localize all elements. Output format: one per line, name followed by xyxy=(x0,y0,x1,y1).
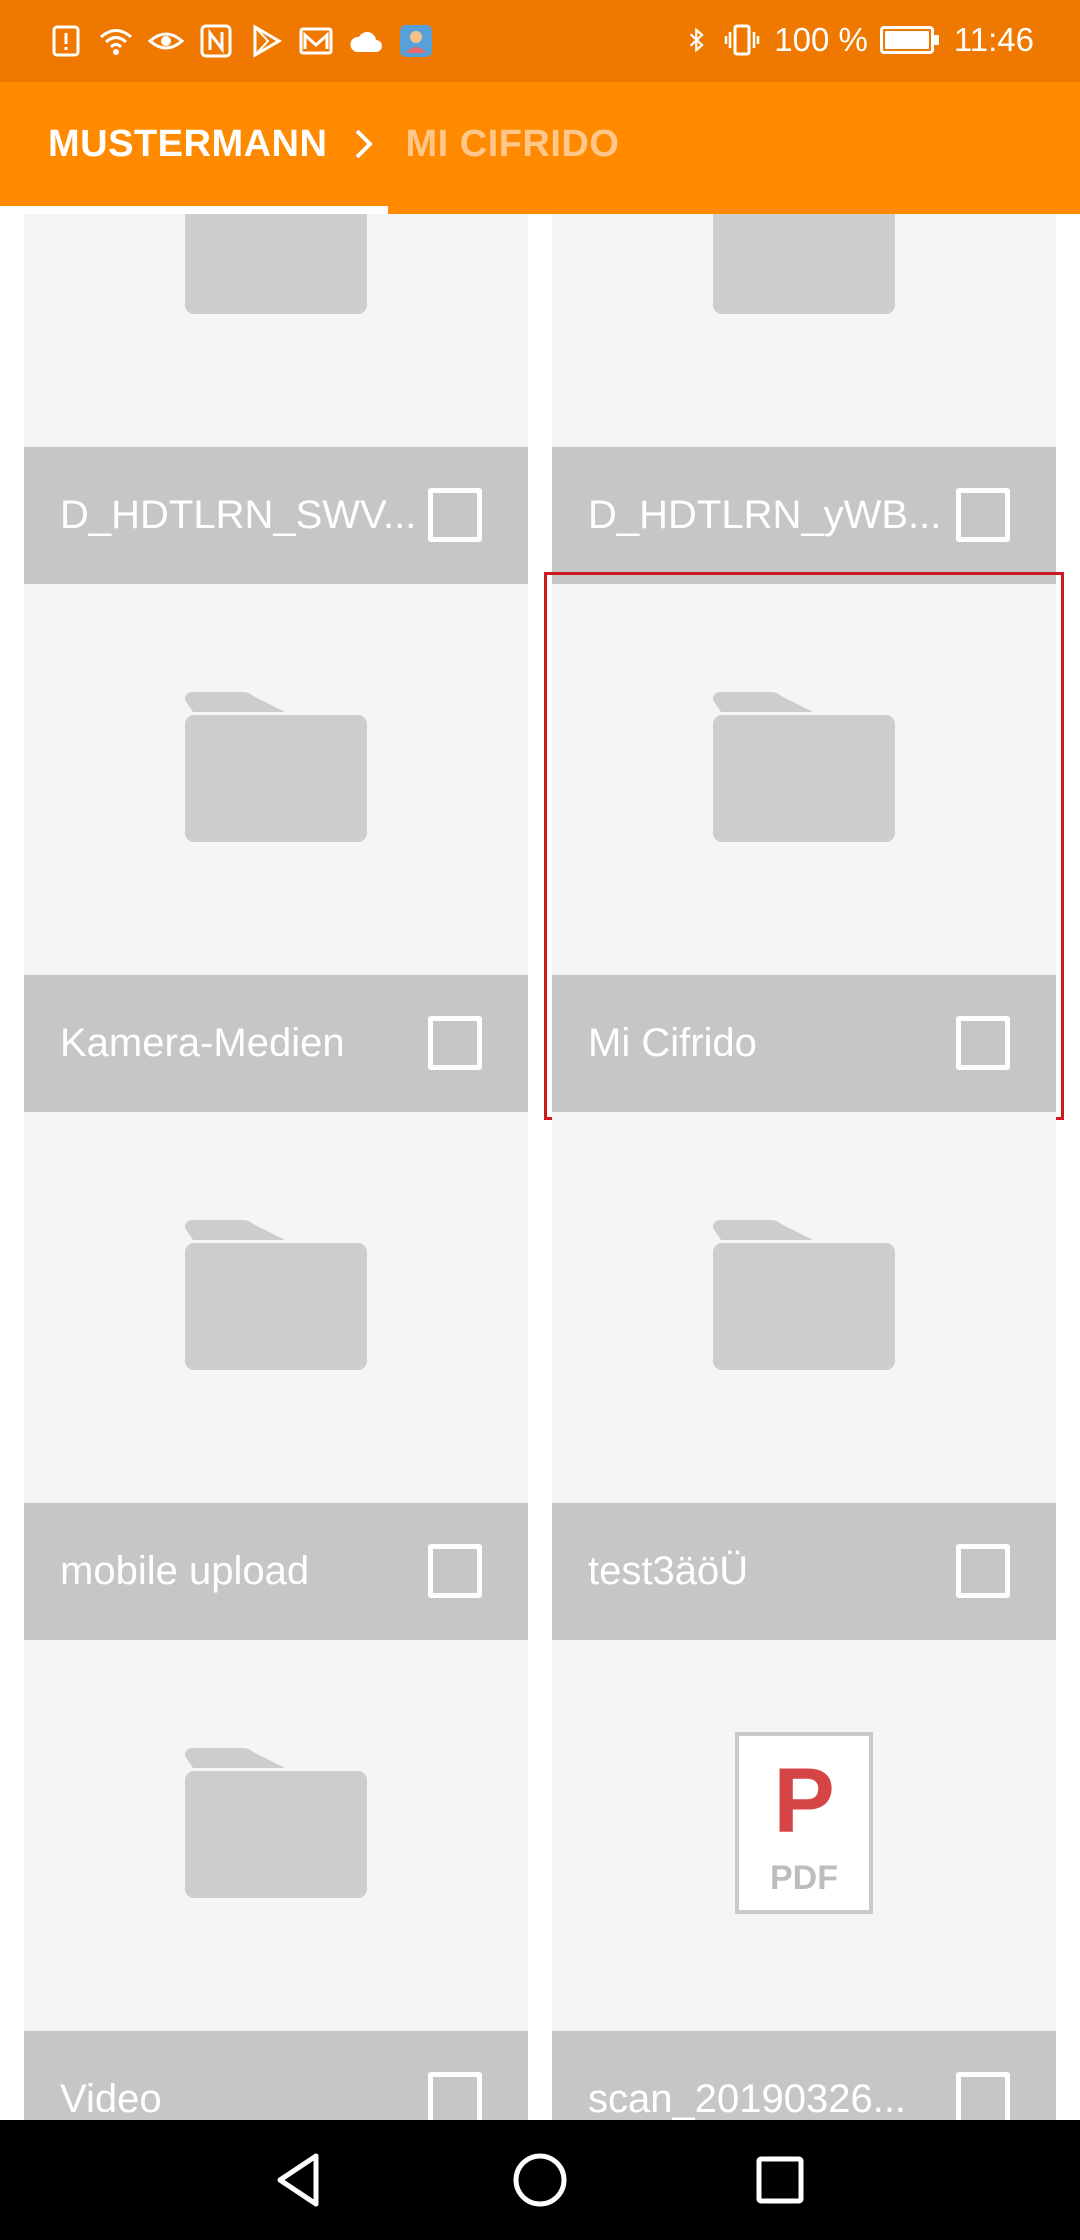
recents-icon xyxy=(756,2156,804,2204)
mail-icon xyxy=(299,27,333,55)
cloud-icon xyxy=(350,32,382,52)
item-name: D_HDTLRN_SWV... xyxy=(60,493,417,537)
folder-icon xyxy=(185,214,367,314)
tile-footer: mobile upload xyxy=(24,1503,528,1640)
tile-thumbnail xyxy=(552,584,1056,950)
play-store-icon xyxy=(253,24,282,58)
folder-tile[interactable]: mobile upload xyxy=(24,1112,528,1640)
home-button[interactable] xyxy=(500,2140,580,2220)
tile-footer: D_HDTLRN_yWB... xyxy=(552,447,1056,584)
item-name: scan_20190326... xyxy=(588,2077,907,2120)
breadcrumb: MUSTERMANN MI CIFRIDO xyxy=(48,82,619,206)
folder-tile[interactable]: D_HDTLRN_yWB... xyxy=(552,214,1056,584)
select-checkbox[interactable] xyxy=(956,488,1010,542)
status-bar: 100 % 11:46 xyxy=(0,0,1080,82)
home-icon xyxy=(513,2153,567,2207)
chevron-right-icon xyxy=(353,127,375,161)
tile-thumbnail xyxy=(24,214,528,422)
breadcrumb-root[interactable]: MUSTERMANN xyxy=(48,123,327,166)
screen: 100 % 11:46 MUSTERMANN MI CIFRIDO D_HDTL… xyxy=(0,0,1080,2240)
item-name: mobile upload xyxy=(60,1549,310,1593)
folder-tile[interactable]: D_HDTLRN_SWV... xyxy=(24,214,528,584)
tile-thumbnail xyxy=(24,584,528,950)
folder-icon xyxy=(185,1748,367,1898)
clock: 11:46 xyxy=(953,21,1034,58)
folder-tile[interactable]: Kamera-Medien xyxy=(24,584,528,1112)
tile-footer: Mi Cifrido xyxy=(552,975,1056,1112)
tile-thumbnail: P PDF xyxy=(552,1640,1056,2006)
app-icon xyxy=(400,25,432,57)
select-checkbox[interactable] xyxy=(428,488,482,542)
folder-tile[interactable]: Mi Cifrido xyxy=(552,584,1056,1112)
select-checkbox[interactable] xyxy=(428,1544,482,1598)
pdf-icon: P PDF xyxy=(735,1732,873,1914)
item-name: Video xyxy=(60,2077,162,2120)
system-status: 100 % 11:46 xyxy=(684,18,1034,62)
tile-footer: Kamera-Medien xyxy=(24,975,528,1112)
select-checkbox[interactable] xyxy=(956,2072,1010,2120)
select-checkbox[interactable] xyxy=(956,1544,1010,1598)
breadcrumb-active-indicator xyxy=(0,206,388,214)
tile-thumbnail xyxy=(24,1640,528,2006)
folder-icon xyxy=(713,692,895,842)
folder-tile[interactable]: Video xyxy=(24,1640,528,2120)
folder-icon xyxy=(713,214,895,314)
alert-icon xyxy=(52,25,80,57)
eye-icon xyxy=(148,32,184,50)
battery-icon xyxy=(879,26,939,54)
pdf-icon-label: PDF xyxy=(770,1859,838,1897)
app-bar: MUSTERMANN MI CIFRIDO xyxy=(0,82,1080,214)
battery-level xyxy=(884,31,929,49)
tile-footer: Video xyxy=(24,2031,528,2120)
tile-footer: D_HDTLRN_SWV... xyxy=(24,447,528,584)
nfc-icon xyxy=(200,24,232,58)
breadcrumb-current[interactable]: MI CIFRIDO xyxy=(405,123,619,166)
item-name: test3äöÜ xyxy=(588,1549,749,1593)
file-tile[interactable]: P PDF scan_20190326... xyxy=(552,1640,1056,2120)
pdf-icon-letter: P xyxy=(773,1750,834,1852)
back-icon xyxy=(277,2153,319,2207)
tile-thumbnail xyxy=(24,1112,528,1478)
select-checkbox[interactable] xyxy=(428,2072,482,2120)
folder-icon xyxy=(185,1220,367,1370)
tile-footer: scan_20190326... xyxy=(552,2031,1056,2120)
select-checkbox[interactable] xyxy=(956,1016,1010,1070)
vibrate-icon xyxy=(725,24,760,56)
notification-icons xyxy=(48,20,434,62)
file-grid[interactable]: D_HDTLRN_SWV... D_HDTLRN_yWB... Kamera-Med… xyxy=(0,214,1080,2120)
bluetooth-icon xyxy=(690,27,704,53)
back-button[interactable] xyxy=(258,2140,338,2220)
item-name: Kamera-Medien xyxy=(60,1021,345,1065)
folder-icon xyxy=(713,1220,895,1370)
folder-tile[interactable]: test3äöÜ xyxy=(552,1112,1056,1640)
wifi-icon xyxy=(100,29,132,55)
item-name: Mi Cifrido xyxy=(588,1021,757,1065)
folder-icon xyxy=(185,692,367,842)
select-checkbox[interactable] xyxy=(428,1016,482,1070)
tile-footer: test3äöÜ xyxy=(552,1503,1056,1640)
battery-percent: 100 % xyxy=(774,21,868,58)
navigation-bar xyxy=(0,2120,1080,2240)
recents-button[interactable] xyxy=(740,2140,820,2220)
tile-thumbnail xyxy=(552,214,1056,422)
tile-thumbnail xyxy=(552,1112,1056,1478)
item-name: D_HDTLRN_yWB... xyxy=(588,493,942,537)
